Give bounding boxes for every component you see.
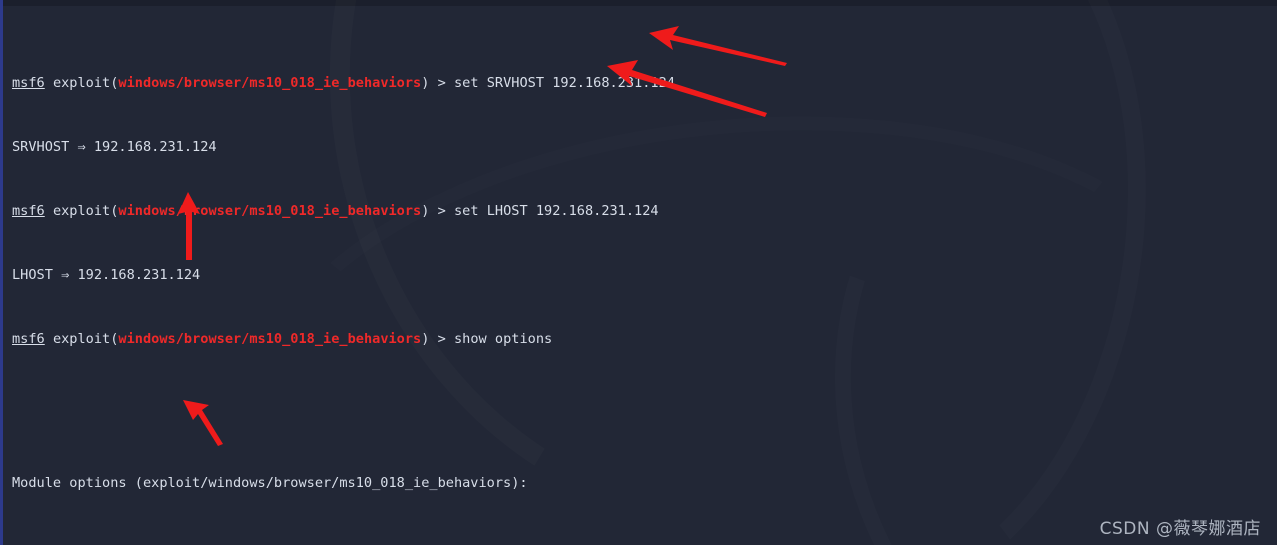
- lport-setting-arrow: [183, 398, 225, 446]
- prompt-line: msf6 exploit(windows/browser/ms10_018_ie…: [12, 331, 1277, 347]
- prompt-exploit-label: exploit(: [52, 203, 119, 219]
- output-line: SRVHOST ⇒ 192.168.231.124: [12, 139, 217, 155]
- command-text: show options: [454, 331, 553, 347]
- module-options-heading: Module options (exploit/windows/browser/…: [12, 475, 528, 491]
- prompt-exploit-label: exploit(: [52, 331, 119, 347]
- prompt-separator: ) >: [421, 331, 454, 347]
- prompt-separator: ) >: [421, 75, 454, 91]
- prompt-exploit-label: exploit(: [52, 75, 119, 91]
- prompt-module-path: windows/browser/ms10_018_ie_behaviors: [118, 331, 422, 347]
- output-line: LHOST ⇒ 192.168.231.124: [12, 267, 201, 283]
- prompt-user: msf6: [12, 75, 45, 91]
- csdn-watermark: CSDN @薇琴娜酒店: [1099, 519, 1261, 539]
- prompt-module-path: windows/browser/ms10_018_ie_behaviors: [118, 203, 422, 219]
- srvhost-setting-arrow: [175, 192, 203, 260]
- prompt-user: msf6: [12, 203, 45, 219]
- prompt-separator: ) >: [421, 203, 454, 219]
- lhost-command-arrow: [607, 60, 769, 118]
- prompt-module-path: windows/browser/ms10_018_ie_behaviors: [118, 75, 422, 91]
- terminal-window[interactable]: msf6 exploit(windows/browser/ms10_018_ie…: [0, 0, 1277, 545]
- prompt-user: msf6: [12, 331, 45, 347]
- command-text: set LHOST 192.168.231.124: [454, 203, 659, 219]
